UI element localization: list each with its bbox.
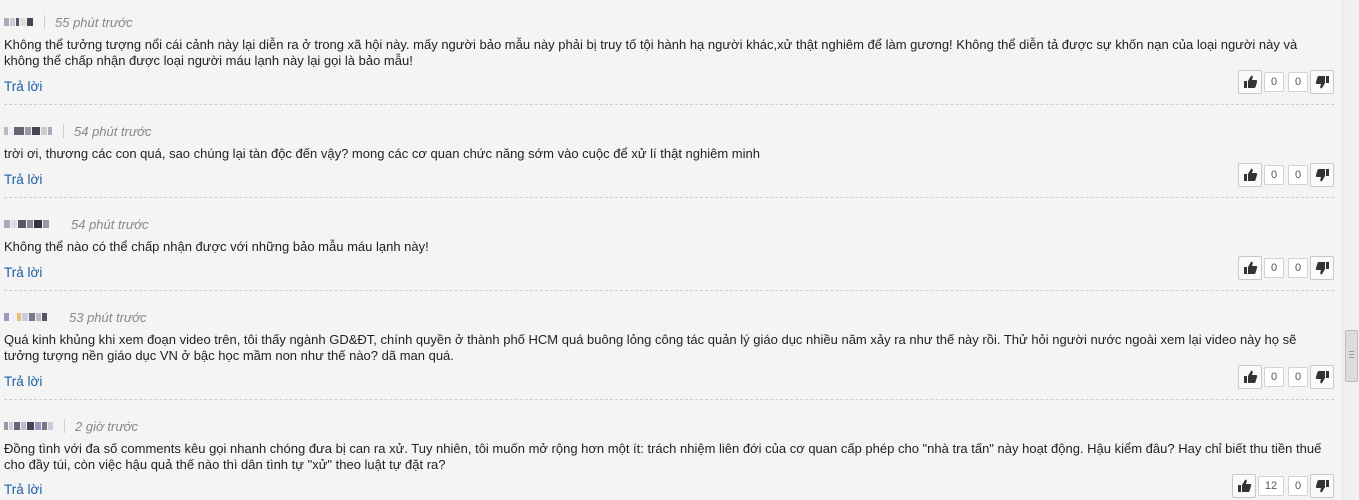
grip-line bbox=[1349, 351, 1354, 352]
vote-controls: 0 0 bbox=[1238, 256, 1334, 280]
meta-separator bbox=[60, 217, 61, 231]
thumbs-up-icon bbox=[1243, 370, 1257, 383]
comment-divider bbox=[4, 290, 1334, 292]
dislike-count: 0 bbox=[1288, 72, 1308, 92]
dislike-button[interactable] bbox=[1310, 474, 1334, 498]
thumbs-down-icon bbox=[1315, 169, 1329, 182]
like-count: 0 bbox=[1264, 367, 1284, 387]
comment-meta: 55 phút trước bbox=[4, 13, 133, 31]
thumbs-down-icon bbox=[1315, 76, 1329, 89]
thumbs-up-icon bbox=[1237, 479, 1251, 492]
comment-divider bbox=[4, 104, 1334, 106]
vote-controls: 0 0 bbox=[1238, 163, 1334, 187]
reply-link[interactable]: Trả lời bbox=[4, 79, 42, 94]
vote-controls: 12 0 bbox=[1232, 474, 1334, 498]
reply-link[interactable]: Trả lời bbox=[4, 482, 42, 497]
username-blurred bbox=[4, 17, 34, 27]
reply-link[interactable]: Trả lời bbox=[4, 172, 42, 187]
comment-item: 54 phút trước Không thể nào có thể chấp … bbox=[0, 215, 1336, 287]
comment-item: 55 phút trước Không thể tưởng tượng nổi … bbox=[0, 13, 1336, 100]
grip-line bbox=[1349, 357, 1354, 358]
dislike-button[interactable] bbox=[1310, 365, 1334, 389]
comment-item: 54 phút trước trời ơi, thương các con qu… bbox=[0, 122, 1336, 194]
comment-time: 54 phút trước bbox=[74, 123, 152, 139]
comment-divider bbox=[4, 399, 1334, 401]
like-count: 0 bbox=[1264, 72, 1284, 92]
vote-controls: 0 0 bbox=[1238, 365, 1334, 389]
like-button[interactable] bbox=[1238, 256, 1262, 280]
comment-list: 55 phút trước Không thể tưởng tượng nổi … bbox=[0, 0, 1343, 500]
username-blurred bbox=[4, 219, 50, 229]
grip-line bbox=[1349, 354, 1354, 355]
comment-text: Quá kinh khủng khi xem đoạn video trên, … bbox=[4, 332, 1297, 363]
comment-text: Không thể tưởng tượng nổi cái cảnh này l… bbox=[4, 37, 1298, 68]
comment-meta: 54 phút trước bbox=[4, 215, 149, 233]
comment-time: 54 phút trước bbox=[71, 216, 149, 232]
comment-time: 55 phút trước bbox=[55, 14, 133, 30]
like-count: 12 bbox=[1258, 476, 1284, 496]
comment-time: 53 phút trước bbox=[69, 309, 147, 325]
dislike-count: 0 bbox=[1288, 258, 1308, 278]
dislike-count: 0 bbox=[1288, 367, 1308, 387]
comment-item: 2 giờ trước Đồng tình với đa số comments… bbox=[0, 417, 1336, 500]
comment-time: 2 giờ trước bbox=[75, 418, 138, 434]
like-button[interactable] bbox=[1238, 70, 1262, 94]
comment-meta: 2 giờ trước bbox=[4, 417, 138, 435]
dislike-button[interactable] bbox=[1310, 70, 1334, 94]
comment-meta: 53 phút trước bbox=[4, 308, 147, 326]
meta-separator bbox=[63, 124, 64, 138]
thumbs-down-icon bbox=[1315, 262, 1329, 275]
comment-item: 53 phút trước Quá kinh khủng khi xem đoạ… bbox=[0, 308, 1336, 396]
username-blurred bbox=[4, 312, 48, 322]
username-blurred bbox=[4, 126, 53, 136]
meta-separator bbox=[44, 15, 45, 29]
vote-controls: 0 0 bbox=[1238, 70, 1334, 94]
like-count: 0 bbox=[1264, 165, 1284, 185]
vertical-scrollbar[interactable] bbox=[1342, 0, 1359, 500]
username-blurred bbox=[4, 421, 54, 431]
comment-text: trời ơi, thương các con quá, sao chúng l… bbox=[4, 146, 760, 161]
reply-link[interactable]: Trả lời bbox=[4, 374, 42, 389]
reply-link[interactable]: Trả lời bbox=[4, 265, 42, 280]
like-button[interactable] bbox=[1232, 474, 1256, 498]
thumbs-up-icon bbox=[1243, 168, 1257, 181]
comment-meta: 54 phút trước bbox=[4, 122, 152, 140]
like-button[interactable] bbox=[1238, 365, 1262, 389]
thumbs-up-icon bbox=[1243, 261, 1257, 274]
dislike-count: 0 bbox=[1288, 165, 1308, 185]
dislike-button[interactable] bbox=[1310, 163, 1334, 187]
scrollbar-thumb[interactable] bbox=[1345, 330, 1358, 382]
dislike-button[interactable] bbox=[1310, 256, 1334, 280]
meta-separator bbox=[64, 419, 65, 433]
thumbs-down-icon bbox=[1315, 480, 1329, 493]
dislike-count: 0 bbox=[1288, 476, 1308, 496]
like-count: 0 bbox=[1264, 258, 1284, 278]
comment-text: Đồng tình với đa số comments kêu gọi nha… bbox=[4, 441, 1322, 472]
meta-separator bbox=[58, 310, 59, 324]
thumbs-down-icon bbox=[1315, 371, 1329, 384]
comment-divider bbox=[4, 197, 1334, 199]
thumbs-up-icon bbox=[1243, 75, 1257, 88]
comment-text: Không thể nào có thể chấp nhận được với … bbox=[4, 239, 429, 254]
like-button[interactable] bbox=[1238, 163, 1262, 187]
